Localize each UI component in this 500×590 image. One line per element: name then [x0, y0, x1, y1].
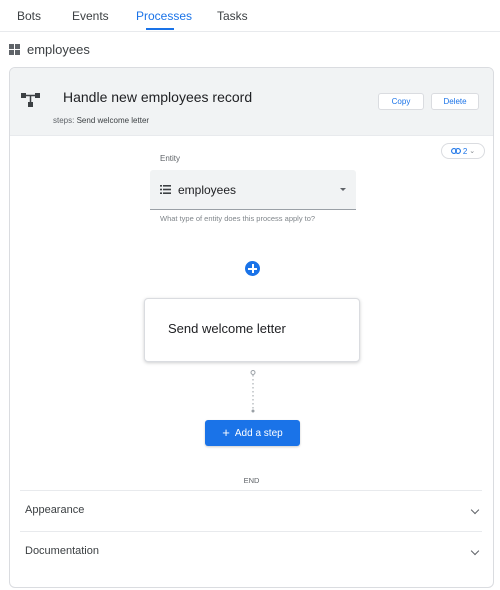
tab-events[interactable]: Events [72, 9, 109, 23]
plus-icon: + [222, 425, 230, 440]
process-title: Handle new employees record [63, 89, 253, 105]
steps-value: Send welcome letter [76, 116, 150, 125]
add-step-label: Add a step [234, 427, 283, 439]
entity-help-text: What type of entity does this process ap… [160, 214, 316, 223]
chevron-down-icon [470, 505, 480, 515]
steps-prefix: steps: [53, 116, 75, 125]
breadcrumb-label[interactable]: employees [27, 42, 90, 57]
section-documentation-label: Documentation [25, 545, 99, 557]
link-icon [450, 148, 461, 154]
entity-label: Entity [160, 154, 181, 163]
end-label: END [243, 476, 260, 485]
section-appearance-label: Appearance [25, 504, 85, 516]
process-card: Handle new employees record steps: Send … [9, 67, 494, 588]
active-tab-indicator [146, 28, 174, 30]
tab-bots[interactable]: Bots [17, 9, 41, 23]
top-tabs: Bots Events Processes Tasks [0, 0, 500, 32]
insert-step-icon[interactable] [245, 261, 260, 276]
list-icon [160, 185, 171, 194]
tab-processes[interactable]: Processes [136, 9, 192, 23]
step-connector [250, 370, 256, 413]
references-chip[interactable]: 2 ⌄ [441, 143, 485, 159]
tab-tasks[interactable]: Tasks [217, 9, 248, 23]
process-header[interactable]: Handle new employees record steps: Send … [10, 68, 493, 136]
dropdown-caret-icon [340, 188, 346, 191]
chevron-down-icon: ⌄ [469, 148, 476, 155]
references-count: 2 [462, 146, 468, 156]
copy-button[interactable]: Copy [378, 93, 424, 110]
step-card[interactable]: Send welcome letter [144, 298, 360, 362]
entity-value: employees [178, 183, 237, 197]
delete-button[interactable]: Delete [431, 93, 479, 110]
entity-select[interactable]: employees [150, 170, 356, 210]
step-title: Send welcome letter [168, 321, 286, 336]
process-steps-summary: steps: Send welcome letter [53, 116, 149, 125]
process-flow-icon [21, 93, 40, 107]
section-documentation[interactable]: Documentation [20, 531, 482, 572]
section-appearance[interactable]: Appearance [20, 490, 482, 531]
grid-icon [9, 43, 20, 55]
chevron-down-icon [470, 546, 480, 556]
breadcrumb: employees [9, 41, 90, 57]
add-step-button[interactable]: + Add a step [205, 420, 300, 446]
